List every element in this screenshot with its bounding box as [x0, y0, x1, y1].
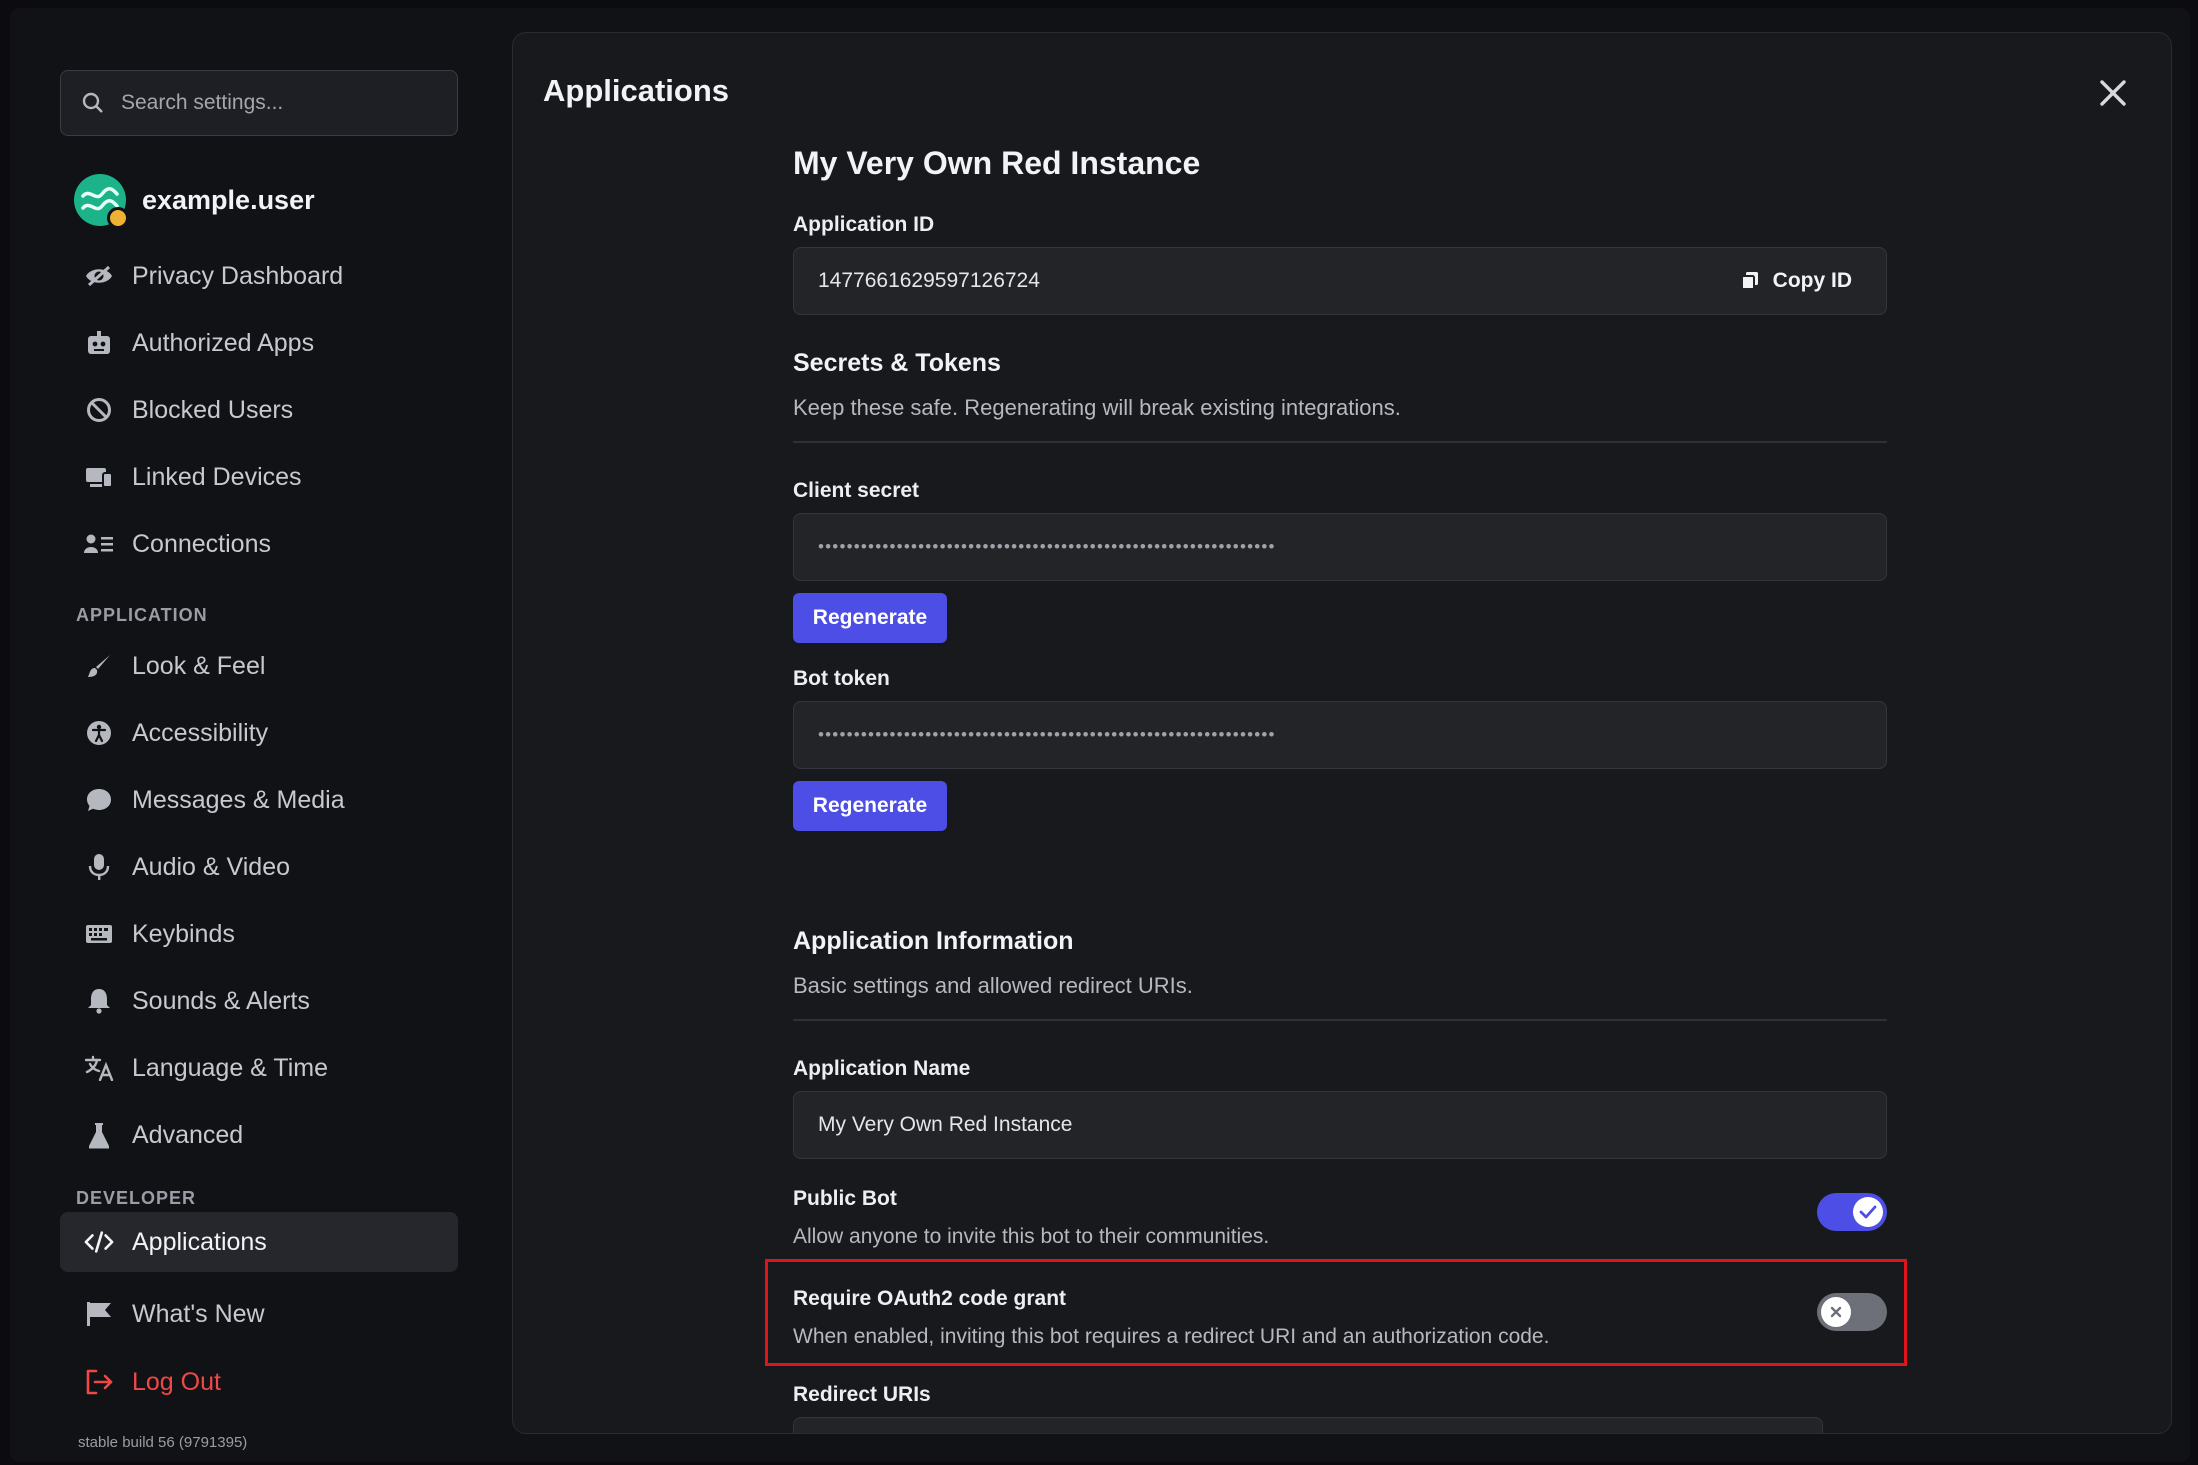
sidebar-item-blocked-users[interactable]: Blocked Users	[60, 380, 458, 440]
robot-icon	[84, 328, 114, 358]
public-bot-description: Allow anyone to invite this bot to their…	[793, 1225, 1270, 1248]
application-id-label: Application ID	[793, 213, 935, 236]
sidebar-item-label: Authorized Apps	[132, 328, 315, 357]
bot-token-field[interactable]: ••••••••••••••••••••••••••••••••••••••••…	[793, 701, 1887, 769]
check-icon	[1859, 1205, 1877, 1219]
sidebar-item-accessibility[interactable]: Accessibility	[60, 703, 458, 763]
sidebar-item-label: Messages & Media	[132, 785, 345, 814]
application-name-input[interactable]: My Very Own Red Instance	[793, 1091, 1887, 1159]
highlight-box	[765, 1259, 1907, 1366]
sidebar-item-label: Advanced	[132, 1120, 244, 1149]
sidebar-item-label: Blocked Users	[132, 395, 294, 424]
settings-sidebar: example.user Privacy Dashboard Authorize…	[10, 8, 510, 1462]
sidebar-item-label: Applications	[132, 1227, 267, 1256]
keyboard-icon	[84, 919, 114, 949]
translate-icon	[84, 1053, 114, 1083]
client-secret-value: ••••••••••••••••••••••••••••••••••••••••…	[818, 537, 1276, 556]
sidebar-item-label: Keybinds	[132, 919, 235, 948]
search-input[interactable]	[119, 90, 443, 116]
bell-icon	[84, 986, 114, 1016]
public-bot-label: Public Bot	[793, 1187, 897, 1210]
code-icon	[84, 1227, 114, 1257]
toggle-knob	[1853, 1197, 1883, 1227]
sidebar-item-label: Log Out	[132, 1367, 221, 1396]
page-title: Applications	[543, 73, 730, 108]
build-info: stable build 56 (9791395)	[78, 1434, 248, 1451]
sidebar-item-whats-new[interactable]: What's New	[60, 1284, 458, 1344]
app-info-heading: Application Information	[793, 927, 1074, 955]
close-icon	[2100, 80, 2126, 106]
close-button[interactable]	[2093, 73, 2133, 113]
sidebar-item-label: Privacy Dashboard	[132, 261, 344, 290]
sidebar-item-messages-media[interactable]: Messages & Media	[60, 770, 458, 830]
secrets-description: Keep these safe. Regenerating will break…	[793, 395, 1401, 420]
sidebar-item-advanced[interactable]: Advanced	[60, 1105, 458, 1165]
section-label-application: APPLICATION	[76, 605, 208, 625]
sidebar-item-label: Language & Time	[132, 1053, 328, 1082]
accessibility-icon	[84, 718, 114, 748]
redirect-uri-input[interactable]	[793, 1417, 1823, 1433]
sidebar-item-language-time[interactable]: Language & Time	[60, 1038, 458, 1098]
sidebar-item-linked-devices[interactable]: Linked Devices	[60, 447, 458, 507]
sidebar-item-sounds-alerts[interactable]: Sounds & Alerts	[60, 971, 458, 1031]
client-secret-field[interactable]: ••••••••••••••••••••••••••••••••••••••••…	[793, 513, 1887, 581]
sidebar-item-applications[interactable]: Applications	[60, 1212, 458, 1272]
search-icon	[82, 92, 103, 113]
settings-window: example.user Privacy Dashboard Authorize…	[10, 8, 2190, 1462]
status-dot	[107, 207, 129, 229]
sidebar-item-privacy-dashboard[interactable]: Privacy Dashboard	[60, 246, 458, 306]
sidebar-item-label: What's New	[132, 1299, 265, 1328]
application-name-label: Application Name	[793, 1057, 971, 1080]
devices-icon	[84, 462, 114, 492]
applications-panel: Applications My Very Own Red Instance Ap…	[512, 32, 2172, 1434]
microphone-icon	[84, 852, 114, 882]
regenerate-client-secret-button[interactable]: Regenerate	[793, 593, 947, 643]
regenerate-bot-token-button[interactable]: Regenerate	[793, 781, 947, 831]
logout-icon	[84, 1367, 114, 1397]
client-secret-label: Client secret	[793, 479, 920, 502]
redirect-uris-label: Redirect URIs	[793, 1383, 931, 1406]
copy-id-label: Copy ID	[1772, 269, 1852, 292]
sidebar-item-authorized-apps[interactable]: Authorized Apps	[60, 313, 458, 373]
avatar	[74, 174, 129, 229]
sidebar-item-label: Accessibility	[132, 718, 269, 747]
public-bot-toggle[interactable]	[1817, 1193, 1887, 1231]
sidebar-item-keybinds[interactable]: Keybinds	[60, 904, 458, 964]
contact-list-icon	[84, 529, 114, 559]
sidebar-item-connections[interactable]: Connections	[60, 514, 458, 574]
search-box[interactable]	[60, 70, 458, 136]
section-label-developer: DEVELOPER	[76, 1188, 197, 1208]
application-name-value: My Very Own Red Instance	[818, 1113, 1073, 1136]
user-profile[interactable]: example.user	[74, 174, 315, 229]
sidebar-item-label: Look & Feel	[132, 651, 266, 680]
chat-bubble-icon	[84, 785, 114, 815]
copy-id-button[interactable]: Copy ID	[1740, 248, 1852, 314]
logout-button[interactable]: Log Out	[60, 1352, 458, 1412]
application-id-field: 1477661629597126724 Copy ID	[793, 247, 1887, 315]
bot-token-label: Bot token	[793, 667, 890, 690]
bot-token-value: ••••••••••••••••••••••••••••••••••••••••…	[818, 725, 1276, 744]
divider	[793, 1019, 1887, 1021]
eye-slash-icon	[84, 261, 114, 291]
copy-icon	[1740, 272, 1758, 290]
block-icon	[84, 395, 114, 425]
username: example.user	[142, 184, 315, 215]
flask-icon	[84, 1120, 114, 1150]
brush-icon	[84, 651, 114, 681]
sidebar-item-audio-video[interactable]: Audio & Video	[60, 837, 458, 897]
secrets-heading: Secrets & Tokens	[793, 349, 1001, 377]
divider	[793, 441, 1887, 443]
sidebar-item-label: Linked Devices	[132, 462, 302, 491]
application-id-value: 1477661629597126724	[818, 269, 1040, 292]
sidebar-item-label: Sounds & Alerts	[132, 986, 310, 1015]
sidebar-item-label: Connections	[132, 529, 271, 558]
flag-icon	[84, 1299, 114, 1329]
sidebar-item-look-feel[interactable]: Look & Feel	[60, 636, 458, 696]
app-info-description: Basic settings and allowed redirect URIs…	[793, 973, 1193, 998]
application-heading: My Very Own Red Instance	[793, 145, 1201, 181]
sidebar-item-label: Audio & Video	[132, 852, 290, 881]
